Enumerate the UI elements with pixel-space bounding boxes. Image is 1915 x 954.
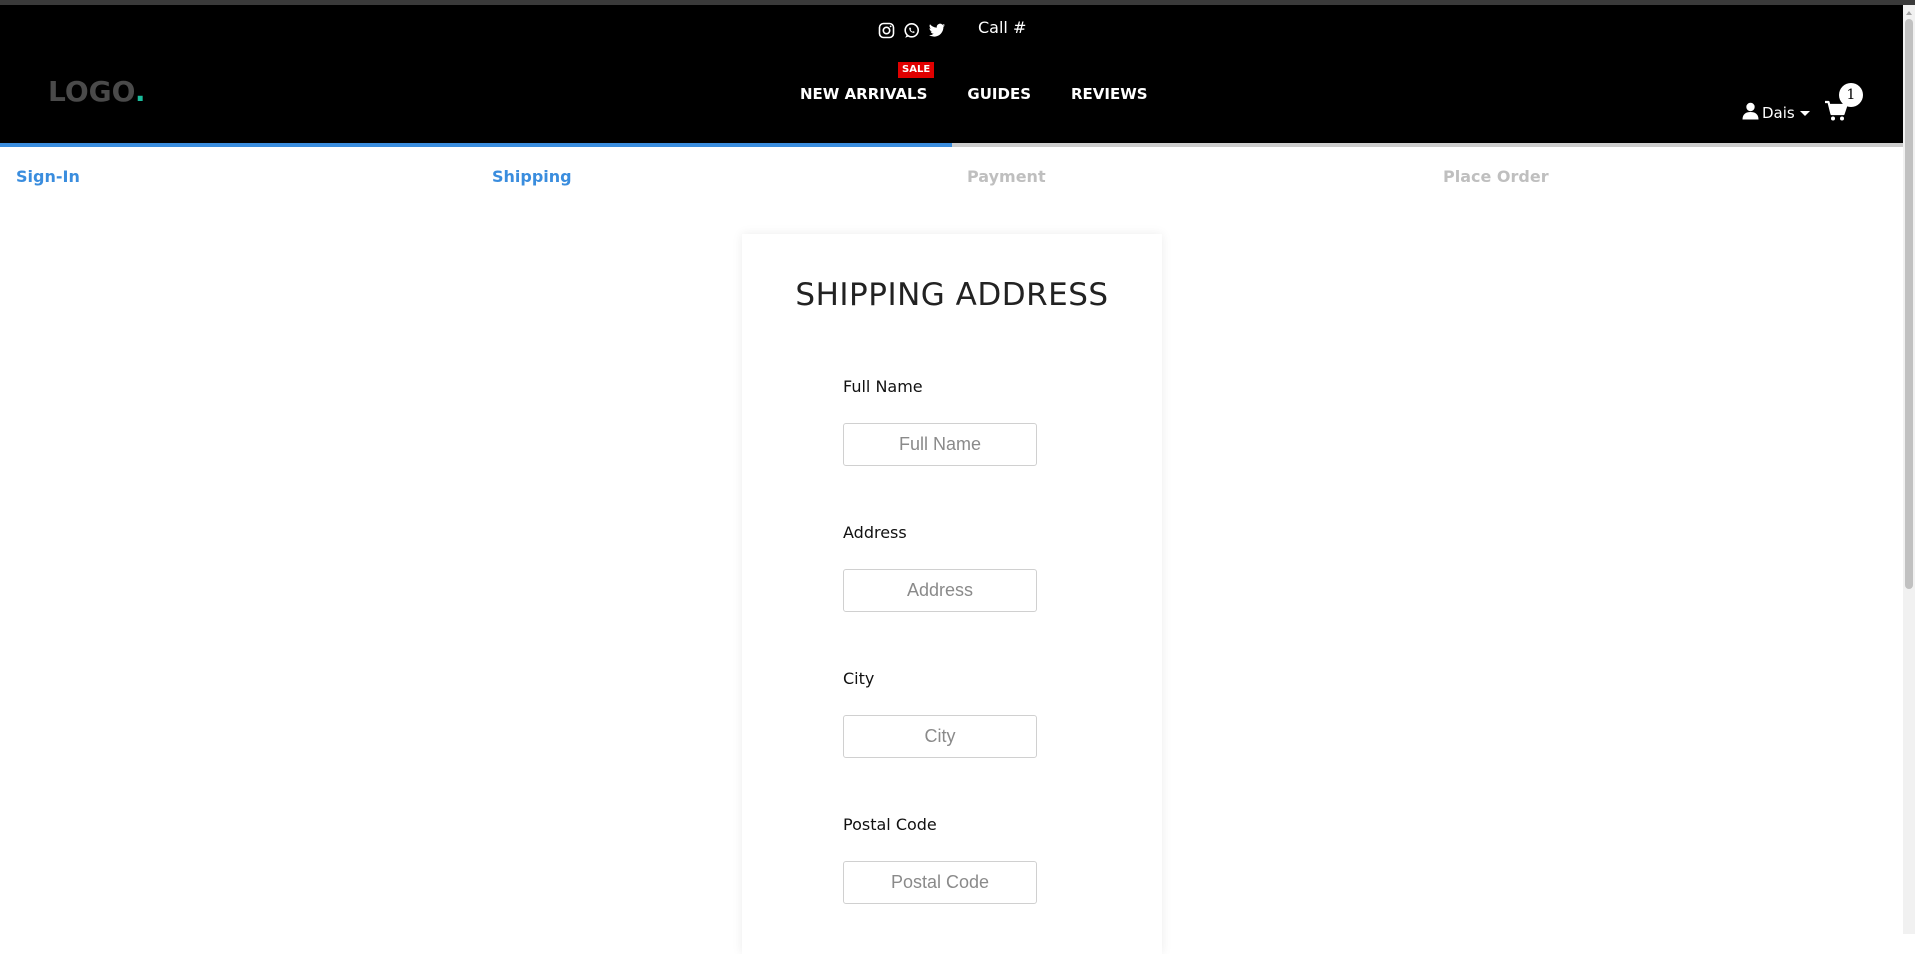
checkout-progress-fill: [0, 143, 952, 147]
logo-dot: .: [134, 75, 146, 108]
site-logo[interactable]: LOGO.: [48, 75, 145, 108]
cart-icon: [1824, 100, 1848, 126]
whatsapp-icon[interactable]: [903, 22, 920, 39]
full-name-input[interactable]: [843, 423, 1037, 466]
twitter-icon[interactable]: [928, 22, 945, 39]
city-input[interactable]: [843, 715, 1037, 758]
checkout-progress-bar: [0, 143, 1903, 147]
form-title: SHIPPING ADDRESS: [795, 277, 1109, 313]
sale-badge: SALE: [898, 62, 935, 78]
postal-code-label: Postal Code: [843, 815, 937, 834]
city-label: City: [843, 669, 875, 688]
step-shipping[interactable]: Shipping: [492, 167, 572, 186]
step-place-order: Place Order: [1443, 167, 1549, 186]
checkout-steps: Sign-In Shipping Payment Place Order: [0, 167, 1903, 191]
full-name-label: Full Name: [843, 377, 923, 396]
cart-count-badge: 1: [1839, 83, 1863, 107]
step-payment: Payment: [967, 167, 1046, 186]
user-menu[interactable]: Dais: [1742, 102, 1810, 124]
postal-code-input[interactable]: [843, 861, 1037, 904]
step-sign-in[interactable]: Sign-In: [16, 167, 80, 186]
user-icon: [1742, 102, 1759, 124]
nav-reviews[interactable]: REVIEWS: [1071, 85, 1148, 103]
logo-text: LOGO: [48, 75, 135, 108]
nav-new-arrivals[interactable]: NEW ARRIVALS SALE: [800, 62, 935, 103]
social-links: [878, 17, 945, 43]
page-scrollbar[interactable]: [1903, 5, 1915, 934]
main-nav: NEW ARRIVALS SALE GUIDES REVIEWS: [800, 62, 1148, 103]
scrollbar-thumb[interactable]: [1905, 19, 1913, 589]
chevron-down-icon: [1799, 110, 1810, 116]
instagram-icon[interactable]: [878, 22, 895, 39]
nav-guides[interactable]: GUIDES: [967, 85, 1031, 103]
site-header: Call # LOGO. NEW ARRIVALS SALE GUIDES RE…: [0, 5, 1903, 143]
call-link[interactable]: Call #: [978, 18, 1026, 37]
address-label: Address: [843, 523, 907, 542]
address-input[interactable]: [843, 569, 1037, 612]
scroll-up-icon[interactable]: [1906, 11, 1912, 15]
shipping-form-card: SHIPPING ADDRESS Full Name Address City …: [742, 234, 1162, 954]
user-name: Dais: [1762, 104, 1795, 122]
nav-new-arrivals-label: NEW ARRIVALS: [800, 85, 928, 103]
